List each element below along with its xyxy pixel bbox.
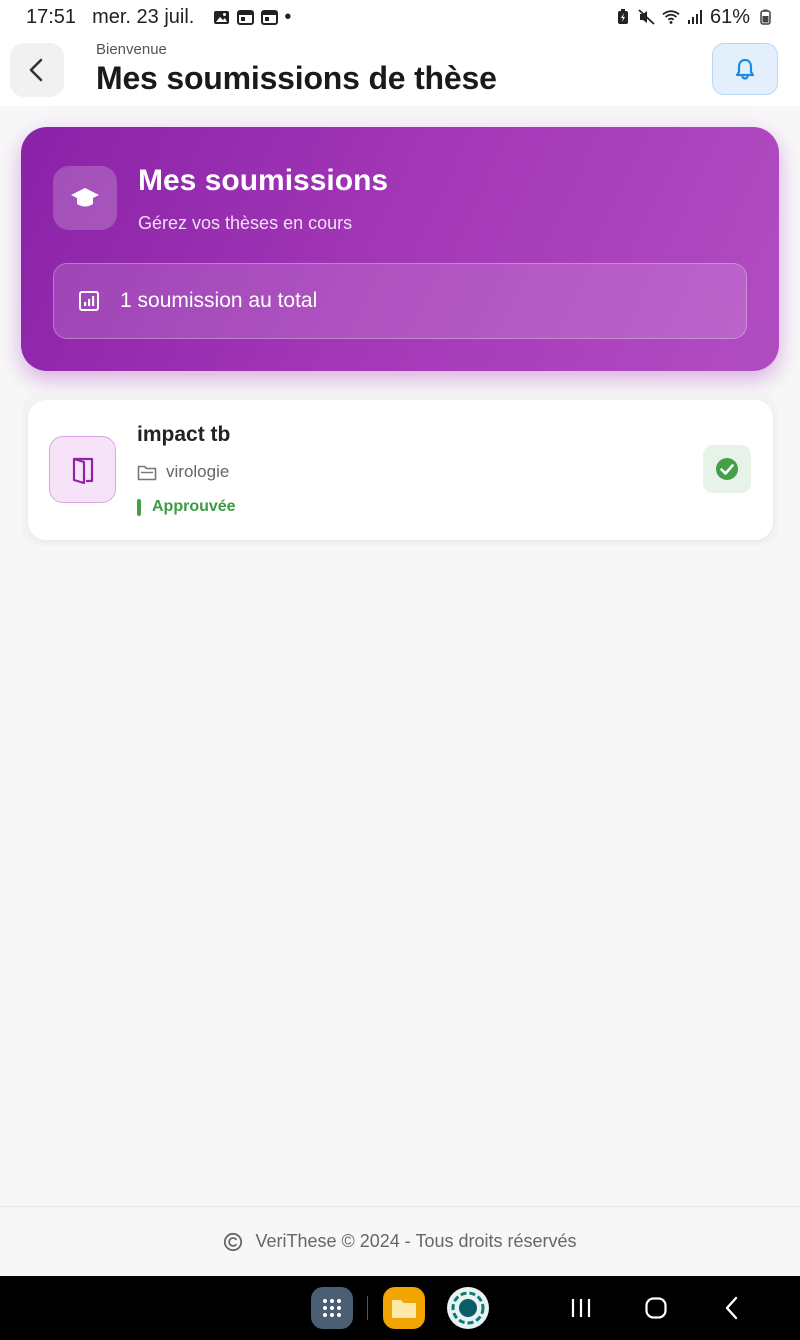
notifications-button[interactable] xyxy=(712,43,778,95)
more-notifications-dot: • xyxy=(284,5,292,28)
copyright-icon xyxy=(224,1232,243,1251)
status-right: 61% xyxy=(614,6,774,29)
submission-card[interactable]: impact tb virologie Approuvée xyxy=(28,400,773,540)
folder-icon xyxy=(392,1300,416,1318)
camera-lens-icon xyxy=(451,1291,485,1325)
dock-divider xyxy=(367,1296,368,1320)
status-date: mer. 23 juil. xyxy=(92,5,195,28)
files-app-button[interactable] xyxy=(383,1287,425,1329)
page-title: Mes soumissions de thèse xyxy=(96,60,497,96)
header-subtitle: Bienvenue xyxy=(96,41,167,58)
back-arrow-icon xyxy=(725,1296,738,1320)
recent-apps-button[interactable] xyxy=(563,1290,599,1326)
approved-badge xyxy=(703,445,751,493)
submission-category-label: virologie xyxy=(166,462,230,481)
chevron-left-icon xyxy=(29,58,43,82)
submission-title: impact tb xyxy=(137,423,231,446)
check-circle-icon xyxy=(716,458,738,480)
app-header: Bienvenue Mes soumissions de thèse xyxy=(0,34,800,106)
submission-count-box: 1 soumission au total xyxy=(53,263,747,339)
submission-status: Approuvée xyxy=(137,498,236,516)
camera-app-button[interactable] xyxy=(447,1287,489,1329)
home-icon xyxy=(645,1297,667,1319)
submission-status-label: Approuvée xyxy=(152,498,236,515)
status-bar: 17:51 mer. 23 juil. • 61% xyxy=(0,0,800,34)
status-left: 17:51 mer. 23 juil. • xyxy=(26,6,291,29)
status-time: 17:51 xyxy=(26,5,77,28)
summary-title: Mes soumissions xyxy=(138,164,389,197)
graduation-cap-icon xyxy=(53,166,117,230)
battery-saver-icon xyxy=(614,9,632,25)
calendar-icon xyxy=(260,9,278,25)
door-icon xyxy=(49,436,116,503)
app-drawer-button[interactable] xyxy=(311,1287,353,1329)
submission-count: 1 soumission au total xyxy=(120,289,318,312)
calendar-icon xyxy=(236,9,254,25)
signal-icon xyxy=(686,9,704,25)
back-button[interactable] xyxy=(10,43,64,97)
footer: VeriThese © 2024 - Tous droits réservés xyxy=(0,1206,800,1276)
folder-icon xyxy=(137,465,157,480)
chart-icon xyxy=(79,291,99,311)
submissions-summary-card: Mes soumissions Gérez vos thèses en cour… xyxy=(21,127,779,371)
summary-subtitle: Gérez vos thèses en cours xyxy=(138,213,353,233)
battery-icon xyxy=(756,9,774,25)
notification-icons: • xyxy=(212,6,291,29)
system-back-button[interactable] xyxy=(714,1290,750,1326)
footer-text: VeriThese © 2024 - Tous droits réservés xyxy=(255,1231,577,1251)
mute-icon xyxy=(638,9,656,25)
recents-icon xyxy=(571,1299,591,1317)
home-button[interactable] xyxy=(638,1290,674,1326)
status-indicator xyxy=(137,498,141,516)
battery-percentage: 61% xyxy=(709,5,750,28)
submission-category: virologie xyxy=(137,462,229,482)
wifi-icon xyxy=(662,9,680,25)
grid-icon xyxy=(323,1299,341,1317)
bell-icon xyxy=(735,58,755,80)
navigation-bar xyxy=(0,1276,800,1340)
gallery-icon xyxy=(212,9,230,25)
